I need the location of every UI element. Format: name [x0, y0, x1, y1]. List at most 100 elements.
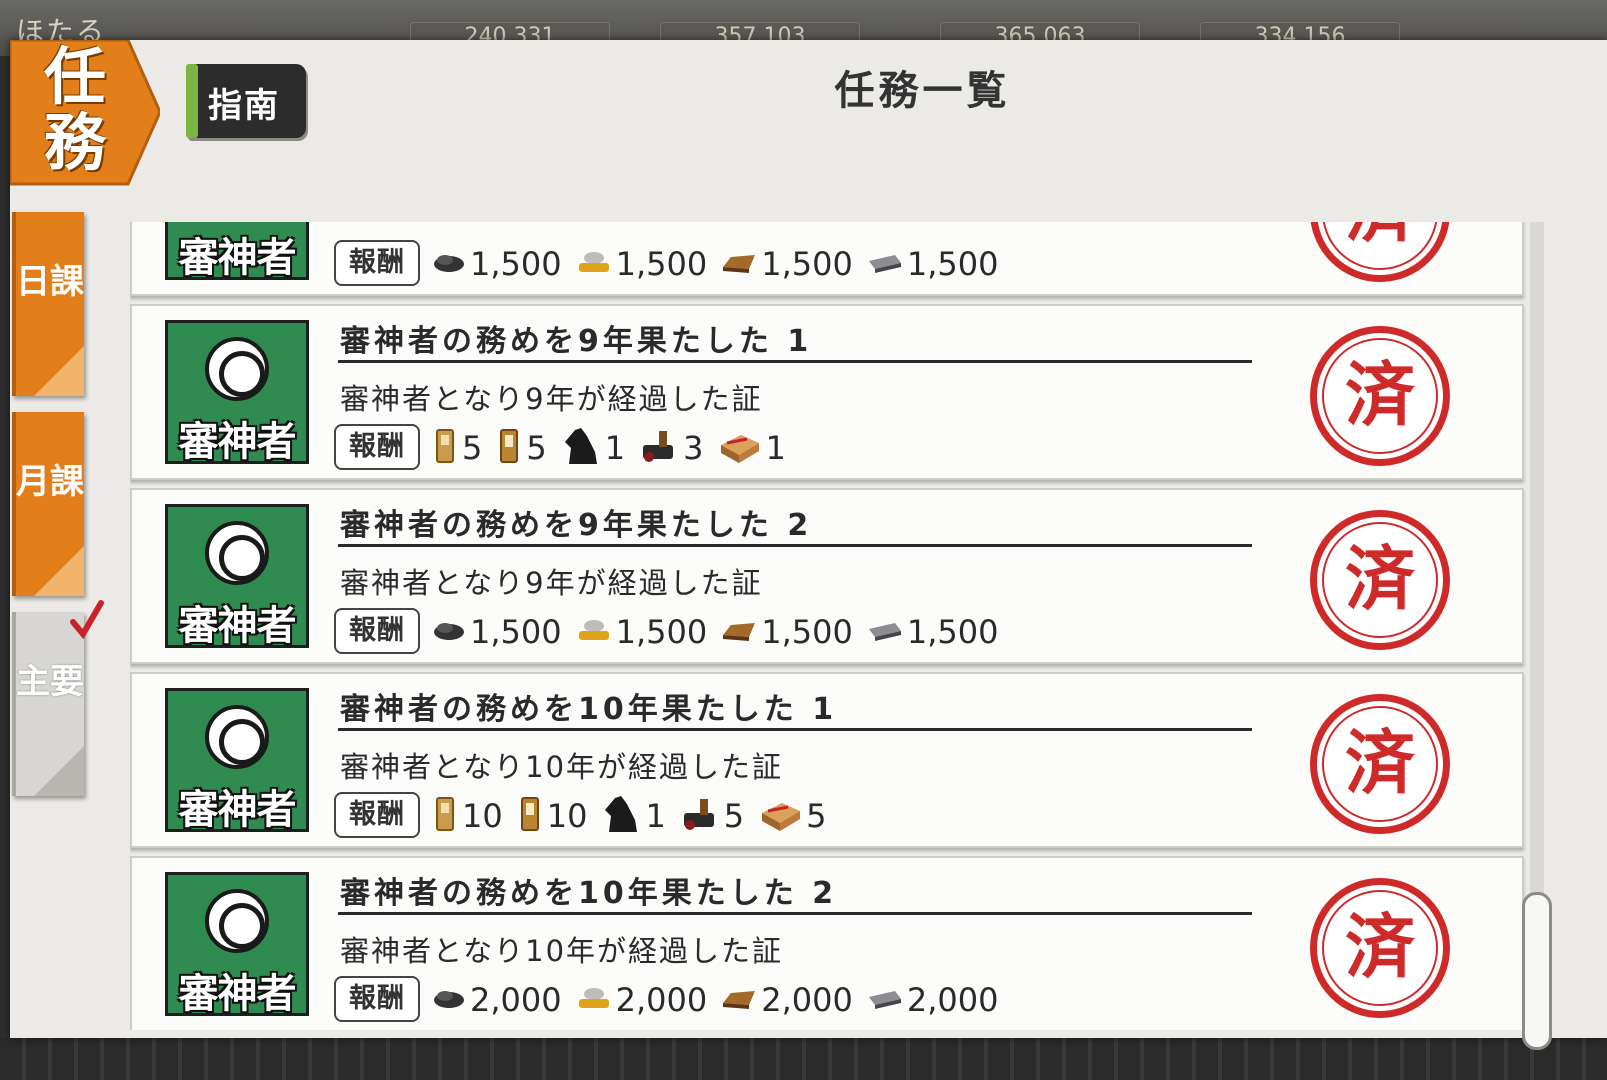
scrollbar-thumb[interactable]: [1522, 892, 1552, 1050]
quest-description: 審神者となり9年が経過した証: [340, 566, 763, 600]
crest-icon: [205, 889, 269, 953]
reward-item: 1,500: [576, 245, 708, 283]
help-token-icon: [432, 427, 458, 469]
reward-list: 1,500 1,500 1,500 1,500: [432, 610, 1012, 654]
reward-count: 1,500: [615, 245, 708, 283]
completed-stamp-label: 済: [1322, 338, 1438, 454]
cooling-material-icon: [867, 985, 903, 1015]
quest-icon-label: 審神者: [178, 235, 297, 281]
panel-tab-title: 任務: [43, 40, 106, 179]
whetstone-icon: [576, 985, 612, 1015]
reward-item: 1,500: [432, 613, 562, 651]
quest-icon-label: 審神者: [178, 787, 297, 833]
tab-monthly[interactable]: 月課: [12, 412, 84, 596]
reward-list: 10 10 1 5 5: [432, 794, 841, 838]
reward-count: 1,500: [906, 613, 999, 651]
reward-count: 10: [462, 797, 503, 835]
reward-item: 2,000: [432, 981, 562, 1019]
reward-list: 1,500 1,500 1,500 1,500: [432, 242, 1012, 286]
reward-count: 1: [645, 797, 666, 835]
quest-row[interactable]: 審神者 審神者の務めを10年果たした 1 審神者となり10年が経過した証 報酬 …: [130, 672, 1524, 848]
page-title: 任務一覧: [834, 68, 1011, 114]
saniwa-quest-icon: 審神者: [165, 222, 309, 281]
reward-item: 1: [561, 426, 625, 470]
reward-item: 1,500: [721, 613, 853, 651]
reward-count: 2,000: [615, 981, 708, 1019]
quest-panel: 任務 指南 任務一覧 日課 月課 主要 審神者 報酬 1,500 1,500 1…: [10, 40, 1607, 1050]
quest-icon-label: 審神者: [178, 971, 297, 1017]
reward-list: 2,000 2,000 2,000 2,000: [432, 978, 1012, 1022]
reward-count: 1,500: [615, 613, 708, 651]
divider: [338, 544, 1252, 547]
charcoal-icon: [432, 249, 466, 279]
quest-row[interactable]: 審神者 審神者の務めを10年果たした 2 審神者となり10年が経過した証 報酬 …: [130, 856, 1524, 1030]
completed-stamp-label: 済: [1322, 706, 1438, 822]
quest-list[interactable]: 審神者 報酬 1,500 1,500 1,500 1,500 済 審神者 審神者…: [130, 222, 1550, 1030]
reward-item: 3: [639, 427, 703, 469]
reward-item: 1: [717, 427, 786, 469]
reward-item: 5: [680, 795, 744, 837]
reward-count: 1,500: [761, 245, 853, 283]
talisman-token-icon: [496, 427, 522, 469]
saniwa-quest-icon: 審神者: [165, 320, 309, 465]
reward-count: 1,500: [470, 245, 562, 283]
quest-description: 審神者となり10年が経過した証: [340, 934, 784, 968]
reward-item: 1,500: [432, 245, 562, 283]
reward-label: 報酬: [334, 608, 420, 654]
reward-item: 2,000: [576, 981, 708, 1019]
tab-daily[interactable]: 日課: [12, 212, 84, 396]
checkmark-icon: [70, 600, 104, 640]
panel-title-tab: 任務: [10, 40, 160, 190]
talisman-token-icon: [517, 795, 543, 837]
whetstone-icon: [576, 617, 612, 647]
tab-label: 主要: [16, 662, 84, 702]
completed-stamp-icon: 済: [1310, 878, 1450, 1018]
reward-count: 1: [765, 429, 786, 467]
reward-item: 5: [758, 795, 827, 837]
bento-box-icon: [758, 795, 802, 837]
tab-label: 日課: [16, 262, 84, 302]
completed-stamp-icon: 済: [1310, 510, 1450, 650]
steel-icon: [721, 617, 757, 647]
reward-label: 報酬: [334, 792, 420, 838]
reward-count: 1,500: [906, 245, 999, 283]
divider: [338, 728, 1252, 731]
quest-icon-label: 審神者: [178, 419, 297, 465]
completed-stamp-label: 済: [1322, 522, 1438, 638]
quest-row[interactable]: 審神者 報酬 1,500 1,500 1,500 1,500 済: [130, 222, 1524, 296]
help-token-icon: [432, 795, 458, 837]
reward-list: 5 5 1 3 1: [432, 426, 800, 470]
reward-item: 5: [496, 427, 547, 469]
reward-count: 5: [806, 797, 827, 835]
crest-icon: [205, 521, 269, 585]
quest-row[interactable]: 審神者 審神者の務めを9年果たした 2 審神者となり9年が経過した証 報酬 1,…: [130, 488, 1524, 664]
reward-count: 1,500: [761, 613, 853, 651]
quest-title: 審神者の務めを10年果たした 2: [340, 876, 838, 911]
completed-stamp-icon: 済: [1310, 222, 1450, 282]
reward-count: 2,000: [470, 981, 562, 1019]
tool-kit-icon: [680, 795, 720, 837]
quest-title: 審神者の務めを10年果たした 1: [340, 692, 838, 727]
completed-stamp-icon: 済: [1310, 694, 1450, 834]
reward-item: 2,000: [867, 981, 998, 1019]
steel-icon: [721, 985, 757, 1015]
reward-item: 10: [517, 795, 587, 837]
saniwa-quest-icon: 審神者: [165, 504, 309, 649]
whetstone-icon: [576, 249, 612, 279]
saniwa-quest-icon: 審神者: [165, 688, 309, 833]
quest-row[interactable]: 審神者 審神者の務めを9年果たした 1 審神者となり9年が経過した証 報酬 5 …: [130, 304, 1524, 480]
divider: [338, 912, 1252, 915]
reward-item: 1,500: [867, 613, 999, 651]
quest-icon-label: 審神者: [178, 603, 297, 649]
reward-item: 1,500: [721, 245, 853, 283]
horse-icon: [601, 794, 641, 838]
background-scenery: [0, 1038, 1607, 1080]
reward-item: 5: [432, 427, 482, 469]
reward-count: 3: [683, 429, 704, 467]
reward-label: 報酬: [334, 240, 420, 286]
completed-stamp-label: 済: [1322, 890, 1438, 1006]
reward-item: 1,500: [867, 245, 999, 283]
reward-count: 2,000: [761, 981, 853, 1019]
divider: [338, 360, 1252, 363]
tool-kit-icon: [639, 427, 679, 469]
